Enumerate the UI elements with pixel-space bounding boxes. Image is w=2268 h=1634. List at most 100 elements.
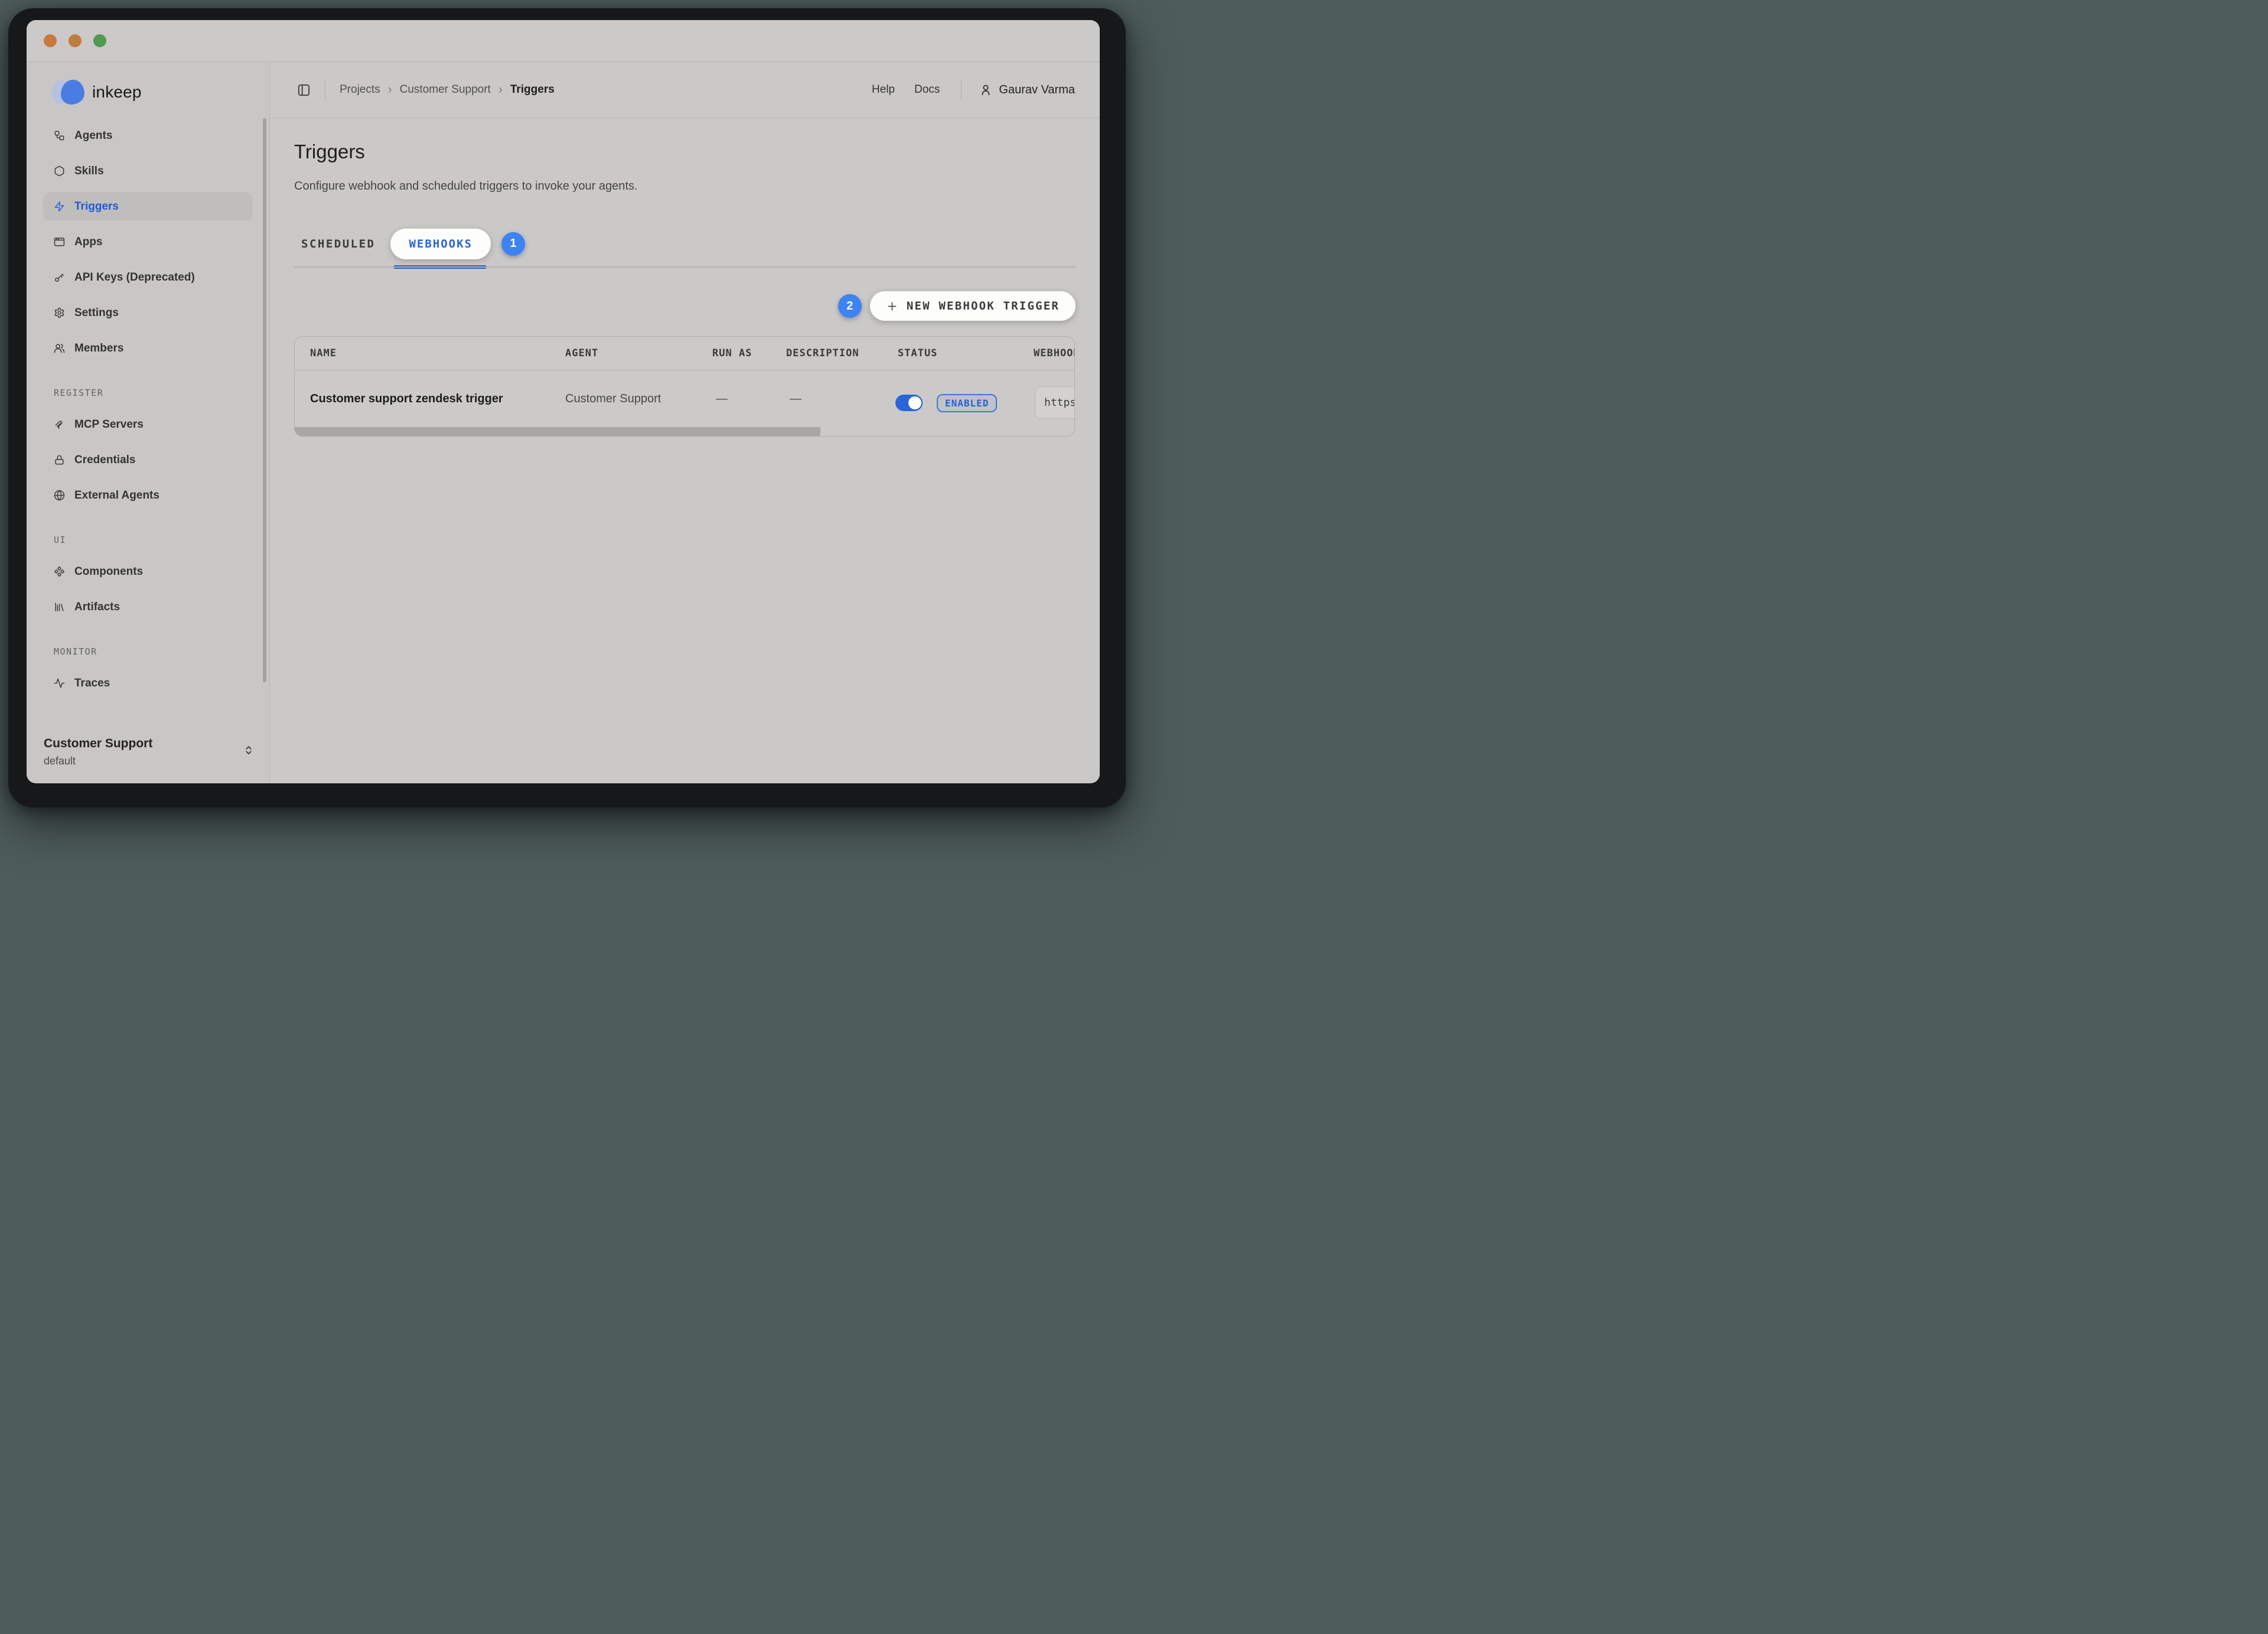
header-divider bbox=[961, 80, 962, 100]
toggle-knob bbox=[907, 395, 923, 411]
sidebar-item-label: Agents bbox=[74, 129, 112, 142]
sidebar-item-agents[interactable]: Agents bbox=[43, 121, 253, 150]
column-header-webhook: WEBHOOK bbox=[1034, 337, 1075, 370]
sidebar-item-triggers[interactable]: Triggers bbox=[43, 192, 253, 221]
sidebar-item-credentials[interactable]: Credentials bbox=[43, 445, 253, 474]
hexagon-icon bbox=[54, 165, 65, 177]
globe-icon bbox=[54, 490, 65, 501]
inkeep-logo[interactable]: inkeep bbox=[51, 80, 142, 105]
sidebar-item-label: API Keys (Deprecated) bbox=[74, 271, 195, 284]
workflow-icon bbox=[54, 130, 65, 141]
chevron-right-icon: › bbox=[388, 83, 392, 97]
panel-left-icon bbox=[297, 83, 311, 97]
main-panel: Projects › Customer Support › Triggers H… bbox=[270, 62, 1100, 783]
triggers-table: NAME AGENT RUN AS DESCRIPTION STATUS WEB… bbox=[294, 336, 1075, 437]
docs-link[interactable]: Docs bbox=[914, 83, 940, 96]
sidebar-item-label: Settings bbox=[74, 307, 119, 320]
sidebar-item-apps[interactable]: Apps bbox=[43, 227, 253, 256]
toolbar: 2 NEW WEBHOOK TRIGGER bbox=[838, 291, 1076, 321]
library-icon bbox=[54, 601, 65, 613]
new-webhook-trigger-button[interactable]: NEW WEBHOOK TRIGGER bbox=[870, 291, 1076, 321]
column-header-description: DESCRIPTION bbox=[786, 337, 859, 370]
sidebar-item-label: Traces bbox=[74, 677, 110, 690]
sidebar-item-api-keys[interactable]: API Keys (Deprecated) bbox=[43, 263, 253, 292]
sidebar-item-skills[interactable]: Skills bbox=[43, 157, 253, 185]
trigger-description: — bbox=[790, 370, 801, 428]
sidebar-section-monitor: MONITOR bbox=[43, 645, 253, 659]
sidebar-section-register: REGISTER bbox=[43, 386, 253, 400]
sidebar-item-label: Apps bbox=[74, 236, 103, 249]
gear-icon bbox=[54, 307, 65, 318]
sidebar-item-label: External Agents bbox=[74, 489, 159, 502]
sidebar-item-label: Artifacts bbox=[74, 601, 120, 614]
page-content: Triggers Configure webhook and scheduled… bbox=[270, 119, 1100, 783]
brand-name: inkeep bbox=[92, 83, 142, 102]
sidebar-scrollbar[interactable] bbox=[263, 118, 266, 682]
sidebar-item-mcp-servers[interactable]: MCP Servers bbox=[43, 410, 253, 439]
breadcrumb-customer-support[interactable]: Customer Support bbox=[400, 83, 491, 96]
sidebar-item-label: Members bbox=[74, 342, 123, 355]
close-button[interactable] bbox=[44, 34, 57, 47]
tab-bar-rule bbox=[294, 266, 1076, 268]
key-icon bbox=[54, 272, 65, 283]
zap-icon bbox=[54, 201, 65, 212]
chevrons-up-down-icon bbox=[243, 745, 254, 759]
trigger-name: Customer support zendesk trigger bbox=[310, 370, 503, 428]
webhook-url-chip[interactable]: https bbox=[1035, 386, 1075, 419]
user-menu[interactable]: Gaurav Varma bbox=[979, 83, 1075, 97]
sidebar: inkeep Agents Skills Triggers Apps bbox=[27, 62, 270, 783]
mcp-icon bbox=[54, 419, 65, 430]
column-header-agent: AGENT bbox=[565, 337, 598, 370]
column-header-name: NAME bbox=[310, 337, 337, 370]
status-badge: ENABLED bbox=[937, 394, 997, 412]
sidebar-nav: Agents Skills Triggers Apps API Keys (De bbox=[27, 121, 269, 704]
main-header: Projects › Customer Support › Triggers H… bbox=[270, 62, 1100, 118]
sidebar-item-label: Triggers bbox=[74, 200, 119, 213]
trigger-agent: Customer Support bbox=[565, 370, 661, 428]
app-window: inkeep Agents Skills Triggers Apps bbox=[27, 20, 1100, 783]
inkeep-logo-icon bbox=[51, 80, 85, 105]
sidebar-item-traces[interactable]: Traces bbox=[43, 669, 253, 698]
column-header-status: STATUS bbox=[898, 337, 937, 370]
sidebar-item-members[interactable]: Members bbox=[43, 334, 253, 363]
activity-icon bbox=[54, 678, 65, 689]
help-link[interactable]: Help bbox=[872, 83, 895, 96]
trigger-run-as: — bbox=[716, 370, 728, 428]
annotation-badge-1: 1 bbox=[501, 232, 525, 256]
sidebar-item-external-agents[interactable]: External Agents bbox=[43, 481, 253, 510]
column-header-run-as: RUN AS bbox=[712, 337, 752, 370]
user-name: Gaurav Varma bbox=[999, 83, 1075, 97]
users-icon bbox=[54, 343, 65, 354]
plus-icon bbox=[886, 300, 898, 313]
project-environment: default bbox=[44, 755, 260, 767]
breadcrumb-projects[interactable]: Projects bbox=[340, 83, 380, 96]
titlebar bbox=[27, 20, 1100, 62]
tab-bar: SCHEDULED WEBHOOKS 1 bbox=[294, 228, 525, 259]
tab-scheduled[interactable]: SCHEDULED bbox=[294, 237, 382, 250]
sidebar-item-label: Components bbox=[74, 565, 143, 578]
sidebar-toggle-button[interactable] bbox=[297, 83, 311, 97]
user-icon bbox=[979, 83, 992, 96]
breadcrumb-triggers: Triggers bbox=[510, 83, 555, 96]
project-switcher[interactable]: Customer Support default bbox=[44, 737, 260, 767]
project-name: Customer Support bbox=[44, 737, 260, 751]
sidebar-item-label: MCP Servers bbox=[74, 418, 144, 431]
lock-icon bbox=[54, 454, 65, 466]
sidebar-item-settings[interactable]: Settings bbox=[43, 298, 253, 327]
status-toggle[interactable] bbox=[895, 395, 923, 411]
sidebar-item-components[interactable]: Components bbox=[43, 557, 253, 586]
minimize-button[interactable] bbox=[69, 34, 82, 47]
sidebar-item-label: Credentials bbox=[74, 454, 135, 467]
sidebar-item-label: Skills bbox=[74, 165, 104, 178]
app-window-icon bbox=[54, 236, 65, 248]
annotation-badge-2: 2 bbox=[838, 294, 862, 318]
table-horizontal-scrollbar[interactable] bbox=[295, 427, 820, 436]
page-title: Triggers bbox=[294, 141, 365, 163]
zoom-button[interactable] bbox=[93, 34, 106, 47]
breadcrumb: Projects › Customer Support › Triggers bbox=[340, 83, 555, 97]
page-description: Configure webhook and scheduled triggers… bbox=[294, 180, 637, 193]
table-header-row: NAME AGENT RUN AS DESCRIPTION STATUS WEB… bbox=[295, 337, 1074, 370]
chevron-right-icon: › bbox=[498, 83, 503, 97]
tab-webhooks[interactable]: WEBHOOKS bbox=[390, 229, 491, 259]
sidebar-item-artifacts[interactable]: Artifacts bbox=[43, 593, 253, 621]
